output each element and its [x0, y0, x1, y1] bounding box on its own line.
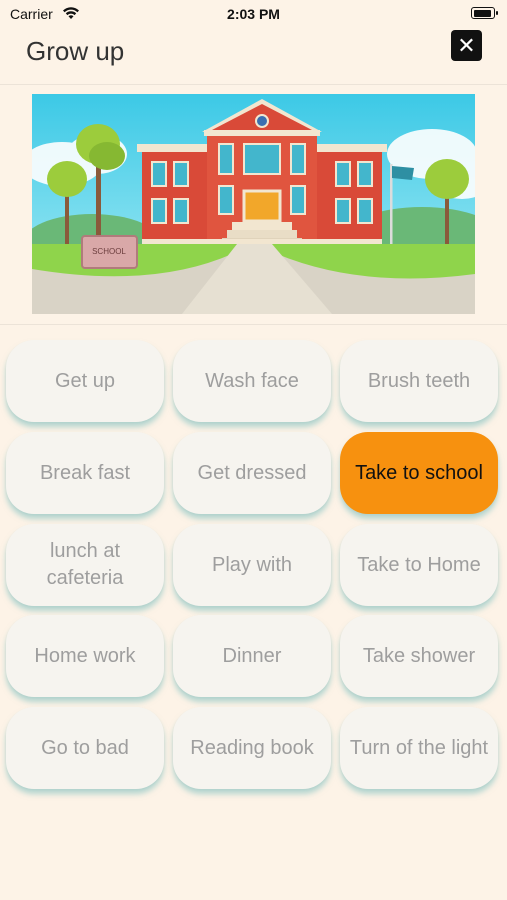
activity-tile[interactable]: Get dressed — [173, 432, 331, 514]
status-bar: Carrier 2:03 PM — [0, 0, 507, 28]
activity-tile[interactable]: Take shower — [340, 615, 498, 697]
clock: 2:03 PM — [227, 6, 280, 22]
school-illustration: SCHOOL — [32, 94, 475, 314]
battery-icon — [471, 7, 498, 19]
activity-tile[interactable]: Take to school — [340, 432, 498, 514]
activity-tile[interactable]: Get up — [6, 340, 164, 422]
activity-tile[interactable]: Home work — [6, 615, 164, 697]
activity-tile[interactable]: Take to Home — [340, 524, 498, 606]
activity-tile[interactable]: Dinner — [173, 615, 331, 697]
school-sign-text: SCHOOL — [92, 247, 126, 256]
page-title: Grow up — [26, 36, 125, 66]
activity-tile[interactable]: Brush teeth — [340, 340, 498, 422]
activity-tile[interactable]: Break fast — [6, 432, 164, 514]
hero-section: SCHOOL — [0, 84, 507, 325]
activity-tile[interactable]: Reading book — [173, 707, 331, 789]
close-icon: ✕ — [457, 33, 476, 58]
activity-tile[interactable]: Turn of the light — [340, 707, 498, 789]
activity-tile[interactable]: Wash face — [173, 340, 331, 422]
close-button[interactable]: ✕ — [451, 30, 482, 61]
navigation-bar: Grow up ✕ — [0, 28, 507, 85]
activity-tile[interactable]: Go to bad — [6, 707, 164, 789]
activity-tile[interactable]: Play with — [173, 524, 331, 606]
activity-tile[interactable]: lunch at cafeteria — [6, 524, 164, 606]
